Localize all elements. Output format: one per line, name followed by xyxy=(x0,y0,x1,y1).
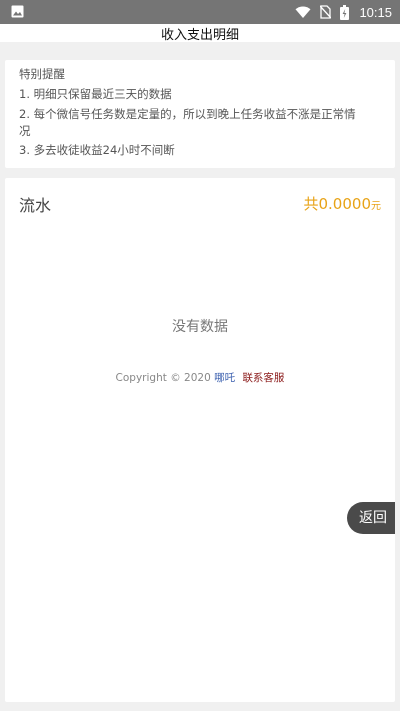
page-title: 收入支出明细 xyxy=(160,28,239,43)
flow-card: 流水 共0.0000元 没有数据 Copyright © 2020 哪吒 联系客… xyxy=(5,178,395,702)
brand-link[interactable]: 哪吒 xyxy=(214,372,235,384)
notice-line: 2. 每个微信号任务数是定量的，所以到晚上任务收益不涨是正常情 xyxy=(19,107,356,121)
flow-total: 共0.0000元 xyxy=(303,193,381,214)
notice-card: 特别提醒 1. 明细只保留最近三天的数据 2. 每个微信号任务数是定量的，所以到… xyxy=(5,60,395,168)
empty-state-text: 没有数据 xyxy=(172,319,228,335)
title-bar: 收入支出明细 xyxy=(0,24,400,43)
notice-line: 况 xyxy=(19,124,31,138)
no-sim-icon xyxy=(320,5,332,19)
flow-total-prefix: 共 xyxy=(303,195,319,213)
status-icons: 10:15 xyxy=(295,0,392,24)
battery-icon xyxy=(340,4,350,20)
copyright-text: Copyright © 2020 xyxy=(115,372,211,384)
wifi-icon xyxy=(295,6,311,18)
notice-line: 1. 明细只保留最近三天的数据 xyxy=(19,87,172,101)
footer: Copyright © 2020 哪吒 联系客服 xyxy=(5,370,395,385)
flow-total-value: 0.0000 xyxy=(318,195,372,213)
flow-total-unit: 元 xyxy=(371,201,381,212)
flow-title: 流水 xyxy=(19,196,52,215)
back-button[interactable]: 返回 xyxy=(347,502,395,534)
notice-heading: 特别提醒 xyxy=(19,67,65,81)
status-bar: 10:15 xyxy=(0,0,400,24)
status-time: 10:15 xyxy=(359,4,392,20)
contact-service-link[interactable]: 联系客服 xyxy=(242,372,284,384)
image-icon xyxy=(11,5,24,18)
notice-line: 3. 多去收徒收益24小时不间断 xyxy=(19,143,175,157)
